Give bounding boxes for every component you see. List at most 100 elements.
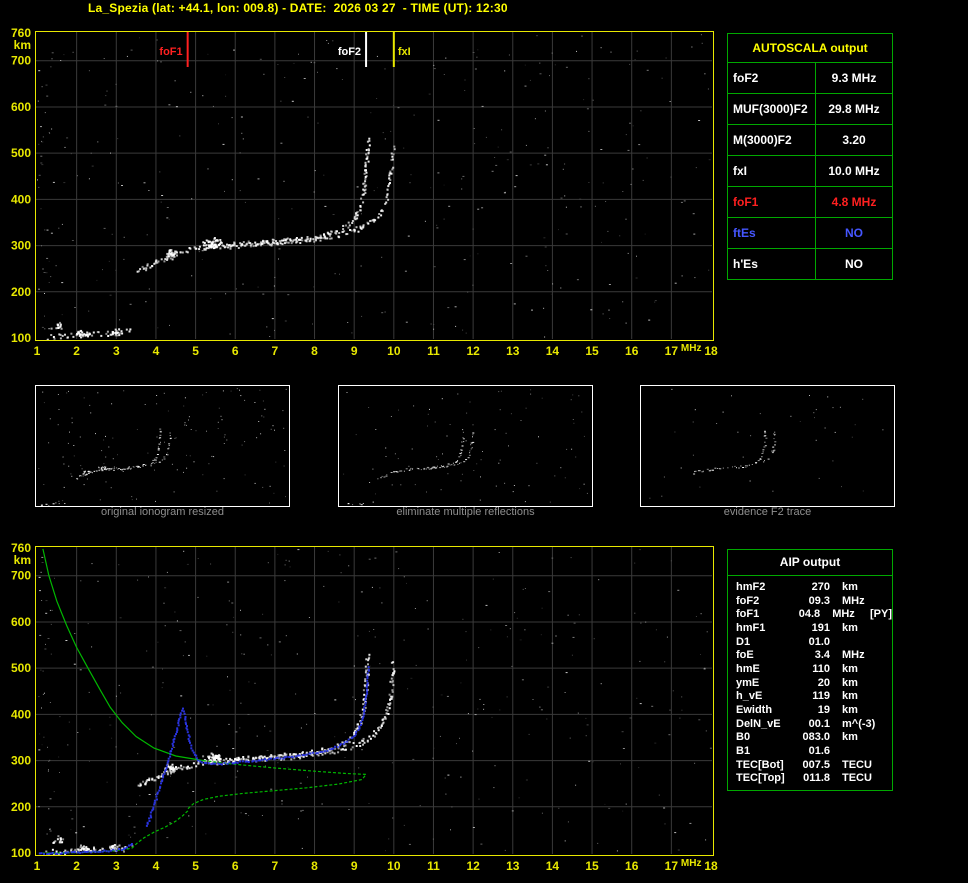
autoscala-row-label: foF2 [733,71,759,85]
autoscala-row-value: 10.0 MHz [815,156,892,186]
svg-text:17: 17 [665,859,679,873]
autoscala-row: fxI 10.0 MHz [728,156,892,187]
svg-text:14: 14 [546,859,560,873]
aip-param-unit: km [842,690,858,703]
aip-param-name: DelN_vE [736,717,781,730]
aip-param-name: ymE [736,676,760,689]
aip-param-value: 09.3 [808,594,830,607]
autoscala-row: h'Es NO [728,249,892,279]
aip-row: TEC[Top] 011.8 TECU [728,772,892,786]
aip-table-title: AIP output [728,550,892,576]
aip-param-unit: m^(-3) [842,717,876,730]
aip-param-unit: km [842,621,858,634]
svg-text:km: km [14,553,31,567]
aip-param-name: hmF2 [736,580,766,593]
svg-text:200: 200 [11,800,31,814]
aip-row: D1 01.0 [728,635,892,649]
thumbnail-ionogram-2 [338,385,593,507]
aip-param-value: 3.4 [814,649,830,662]
station-header: La_Spezia (lat: +44.1, lon: 009.8) - DAT… [88,1,508,15]
aip-param-unit: km [842,731,858,744]
autoscala-row-value: 29.8 MHz [815,94,892,124]
svg-text:13: 13 [506,344,520,358]
svg-text:100: 100 [11,846,31,860]
autoscala-output-table: AUTOSCALA output foF2 9.3 MHz MUF(3000)F2 2… [727,33,893,280]
aip-param-name: foF2 [736,594,760,607]
aip-row: hmF1 191 km [728,621,892,635]
svg-text:4: 4 [153,859,160,873]
svg-text:300: 300 [11,754,31,768]
aip-row: h_vE 119 km [728,690,892,704]
aip-param-unit: MHz [832,608,855,621]
svg-text:8: 8 [311,344,318,358]
svg-text:2: 2 [73,344,80,358]
autoscala-row-label: M(3000)F2 [733,133,792,147]
autoscala-row-label: h'Es [733,257,758,271]
autoscala-table-title: AUTOSCALA output [728,34,892,63]
aip-param-name: TEC[Top] [736,772,785,785]
aip-param-value: 00.1 [808,717,830,730]
aip-row: hmE 110 km [728,662,892,676]
svg-text:1: 1 [34,859,41,873]
svg-text:7: 7 [272,859,279,873]
svg-text:500: 500 [11,146,31,160]
aip-param-unit: km [842,676,858,689]
aip-param-value: 007.5 [802,758,830,771]
svg-text:4: 4 [153,344,160,358]
autoscala-table-body: foF2 9.3 MHz MUF(3000)F2 29.8 MHz M(3000)F2 3… [728,63,892,279]
svg-text:14: 14 [546,344,560,358]
svg-text:foF1: foF1 [159,46,182,58]
aip-param-value: 19 [817,704,830,717]
svg-text:11: 11 [427,859,440,873]
autoscala-row-label: MUF(3000)F2 [733,102,808,116]
svg-text:500: 500 [11,661,31,675]
aip-row: foF2 09.3 MHz [728,594,892,608]
aip-table-body: hmF2 270 km foF2 09.3 MHz foF1 04.8 MHz [PY] hmF1 1… [728,580,892,785]
aip-row: hmF2 270 km [728,580,892,594]
svg-text:600: 600 [11,100,31,114]
autoscala-row: M(3000)F2 3.20 [728,125,892,156]
svg-text:15: 15 [585,859,599,873]
aip-param-name: TEC[Bot] [736,758,784,771]
aip-param-value: 011.8 [803,772,830,785]
top-ionogram-plot: foF1 foF2 fxI760700600500400300200100km1 2 3… [11,26,718,358]
svg-text:12: 12 [466,344,480,358]
svg-text:3: 3 [113,344,120,358]
svg-text:700: 700 [11,54,31,68]
svg-text:6: 6 [232,859,239,873]
svg-text:foF2: foF2 [338,46,361,58]
svg-text:fxI: fxI [398,46,411,58]
aip-param-unit: MHz [842,649,865,662]
aip-param-extra: [PY] [870,608,893,621]
aip-row: foF1 04.8 MHz [PY] [728,607,892,621]
thumbnail-caption: eliminate multiple reflections [396,506,535,518]
svg-text:1: 1 [34,344,41,358]
svg-text:600: 600 [11,615,31,629]
aip-row: Ewidth 19 km [728,703,892,717]
svg-text:7: 7 [272,344,279,358]
autoscala-row-label: fxI [733,164,748,178]
thumbnail-caption: original ionogram resized [101,506,224,518]
svg-text:200: 200 [11,285,31,299]
thumbnail-ionogram-3 [640,385,895,507]
aip-param-value: 191 [811,621,830,634]
aip-param-value: 04.8 [798,608,821,621]
autoscala-row-value: NO [815,218,892,248]
svg-text:9: 9 [351,859,358,873]
svg-text:6: 6 [232,344,239,358]
aip-param-value: 01.0 [808,635,830,648]
svg-text:18: 18 [704,859,718,873]
svg-text:km: km [14,38,31,52]
svg-text:18: 18 [704,344,718,358]
aip-param-unit: TECU [842,772,872,785]
svg-text:MHz: MHz [681,343,702,354]
aip-param-name: h_vE [736,690,763,703]
aip-param-value: 083.0 [802,731,830,744]
thumbnail-caption: evidence F2 trace [723,506,812,518]
aip-param-name: Ewidth [736,704,773,717]
aip-param-unit: km [842,704,858,717]
svg-text:17: 17 [665,344,679,358]
aip-param-value: 110 [812,662,830,675]
autoscala-row: foF2 9.3 MHz [728,63,892,94]
aip-param-name: B0 [736,731,751,744]
